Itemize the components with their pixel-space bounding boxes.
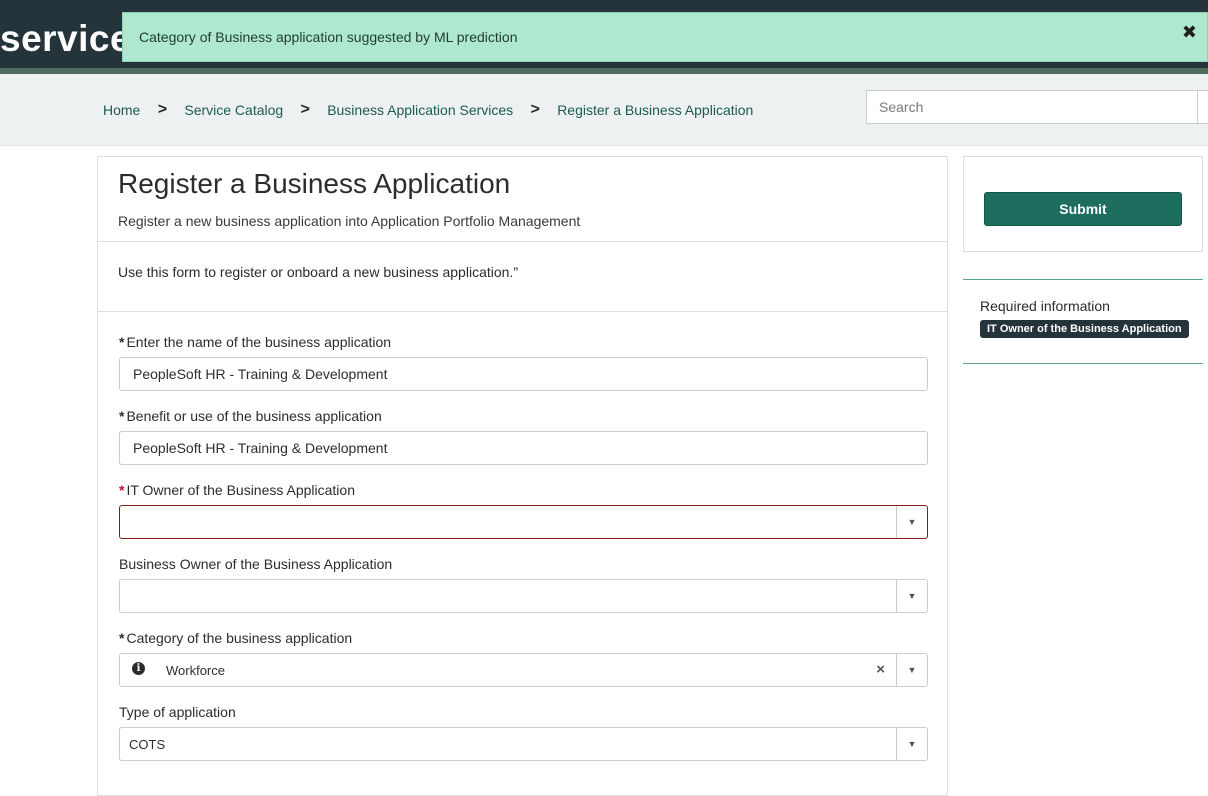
required-info-panel: Required information IT Owner of the Bus… [963,279,1203,364]
form-panel: Register a Business Application Register… [97,156,948,796]
page-subtitle: Register a new business application into… [118,213,581,229]
chevron-right-icon: > [157,101,168,118]
search-button[interactable] [1197,90,1208,124]
logo: service [0,18,132,59]
submit-button[interactable]: Submit [984,192,1182,226]
it-owner-select[interactable]: ▼ [119,505,928,539]
type-value: COTS [129,737,166,752]
notification-banner: Category of Business application suggest… [122,12,1208,62]
required-info-label: Required information [980,298,1110,314]
submit-card: Submit [963,156,1203,252]
it-owner-label: * IT Owner of the Business Application [119,482,355,498]
chevron-down-icon[interactable]: ▼ [896,506,927,538]
breadcrumb-business-application-services[interactable]: Business Application Services [327,102,513,118]
page-title: Register a Business Application [118,168,511,199]
close-icon[interactable]: ✖ [1182,22,1197,42]
info-icon[interactable]: i [132,662,145,675]
chevron-down-icon[interactable]: ▼ [896,728,927,760]
form-header: Register a Business Application Register… [98,157,947,242]
benefit-label: * Benefit or use of the business applicat… [119,408,382,424]
required-badge[interactable]: IT Owner of the Business Application [980,320,1189,338]
app-name-label: * Enter the name of the business applicat… [119,334,392,350]
breadcrumb-service-catalog[interactable]: Service Catalog [184,102,283,118]
chevron-right-icon: > [300,101,310,118]
required-marker: * [119,482,125,498]
required-marker: * [119,408,125,424]
required-marker: * [119,334,125,350]
chevron-down-icon[interactable]: ▼ [896,580,927,612]
clear-icon[interactable]: × [876,662,885,678]
search-input[interactable] [866,90,1208,124]
app-name-field[interactable]: PeopleSoft HR - Training & Development [119,357,928,391]
type-label: Type of application [119,704,236,720]
chevron-right-icon: > [530,101,540,118]
type-select[interactable]: COTS ▼ [119,727,928,761]
required-marker: * [119,630,125,646]
category-label: * Category of the business application [119,630,353,646]
form-intro: Use this form to register or onboard a n… [98,242,947,312]
breadcrumb-bar: Home > Service Catalog > Business Applic… [0,74,1208,146]
benefit-field[interactable]: PeopleSoft HR - Training & Development [119,431,928,465]
chevron-down-icon[interactable]: ▼ [896,654,927,686]
category-value: Workforce [166,663,225,678]
business-owner-select[interactable]: ▼ [119,579,928,613]
category-select[interactable]: i Workforce × ▼ [119,653,928,687]
business-owner-label: Business Owner of the Business Applicati… [119,556,393,572]
breadcrumb-register-business-application[interactable]: Register a Business Application [557,102,753,118]
notification-text: Category of Business application suggest… [139,29,518,45]
breadcrumb: Home > Service Catalog > Business Applic… [103,101,753,119]
breadcrumb-home[interactable]: Home [103,102,140,118]
